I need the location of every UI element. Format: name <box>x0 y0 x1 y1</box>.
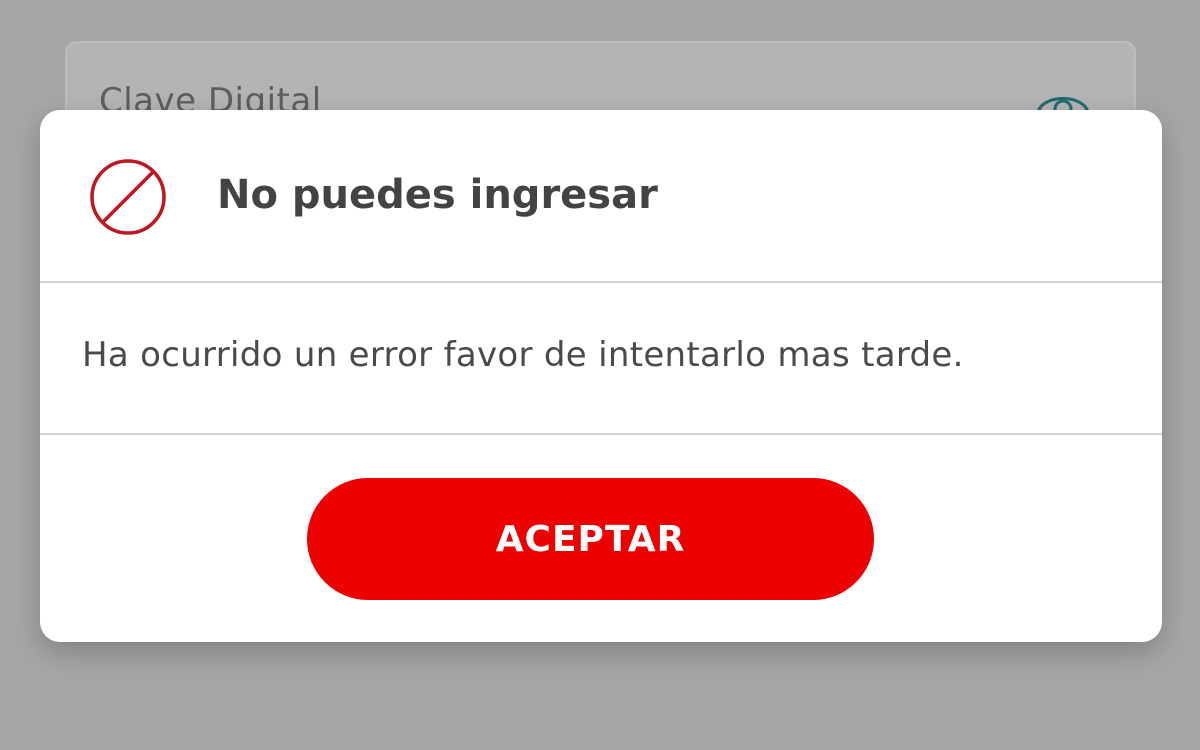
dialog-title: No puedes ingresar <box>217 172 658 218</box>
accept-button[interactable]: ACEPTAR <box>307 478 874 600</box>
error-message: Ha ocurrido un error favor de intentarlo… <box>82 335 964 375</box>
dialog-header: No puedes ingresar <box>40 110 1162 283</box>
block-icon <box>90 159 166 235</box>
dialog-body: Ha ocurrido un error favor de intentarlo… <box>40 283 1162 435</box>
error-dialog: No puedes ingresar Ha ocurrido un error … <box>40 110 1162 642</box>
